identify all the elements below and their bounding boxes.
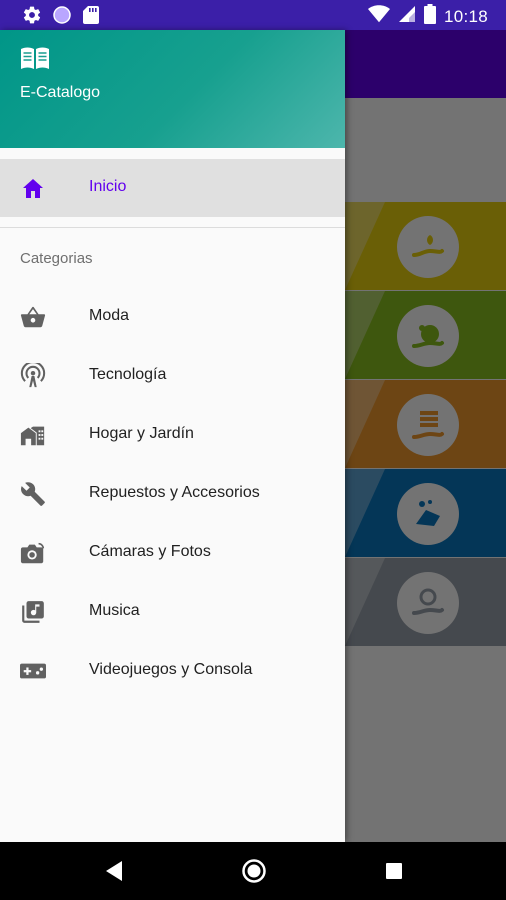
divider	[0, 227, 345, 228]
menu-item-camaras[interactable]: Cámaras y Fotos	[0, 524, 345, 582]
status-bar: 10:18	[0, 0, 506, 30]
home-circle-icon[interactable]	[241, 858, 267, 889]
menu-item-label: Musica	[89, 602, 140, 619]
back-icon[interactable]	[103, 858, 125, 889]
circle-icon	[52, 5, 72, 30]
signal-icon	[398, 5, 416, 28]
status-left-icons	[22, 5, 100, 30]
menu-item-label: Hogar y Jardín	[89, 425, 194, 442]
menu-item-videojuegos[interactable]: Videojuegos y Consola	[0, 642, 345, 700]
home-icon	[20, 176, 46, 200]
menu-item-label: Tecnología	[89, 366, 167, 383]
menu-item-moda[interactable]: Moda	[0, 288, 345, 346]
sd-card-icon	[82, 5, 100, 30]
menu-item-inicio[interactable]: Inicio	[0, 159, 345, 217]
house-icon	[20, 423, 46, 447]
gamepad-icon	[20, 659, 46, 683]
menu-item-hogar-jardin[interactable]: Hogar y Jardín	[0, 406, 345, 464]
recents-icon[interactable]	[384, 861, 404, 886]
navigation-drawer: E-Catalogo Inicio Categorias Moda Tecnol…	[0, 30, 345, 842]
menu-item-tecnologia[interactable]: Tecnología	[0, 347, 345, 405]
menu-item-repuestos[interactable]: Repuestos y Accesorios	[0, 465, 345, 523]
antenna-icon	[20, 363, 46, 388]
menu-item-label: Cámaras y Fotos	[89, 543, 211, 560]
gear-icon	[22, 5, 42, 30]
menu-item-label: Videojuegos y Consola	[89, 661, 253, 678]
basket-icon	[20, 305, 46, 329]
battery-icon	[423, 4, 436, 29]
drawer-header: E-Catalogo	[0, 30, 345, 148]
book-open-icon	[20, 46, 50, 75]
wrench-icon	[20, 482, 46, 506]
wifi-icon	[367, 4, 390, 29]
section-header-categorias: Categorias	[20, 250, 93, 267]
music-library-icon	[20, 600, 46, 624]
menu-item-musica[interactable]: Musica	[0, 583, 345, 641]
menu-item-label: Moda	[89, 307, 130, 324]
drawer-title: E-Catalogo	[20, 84, 101, 101]
menu-item-label: Inicio	[89, 178, 127, 195]
camera-icon	[20, 541, 46, 565]
menu-item-label: Repuestos y Accesorios	[89, 484, 260, 501]
status-right-icons: 10:18	[367, 4, 488, 29]
system-navigation-bar	[0, 842, 506, 900]
status-time: 10:18	[443, 6, 488, 26]
